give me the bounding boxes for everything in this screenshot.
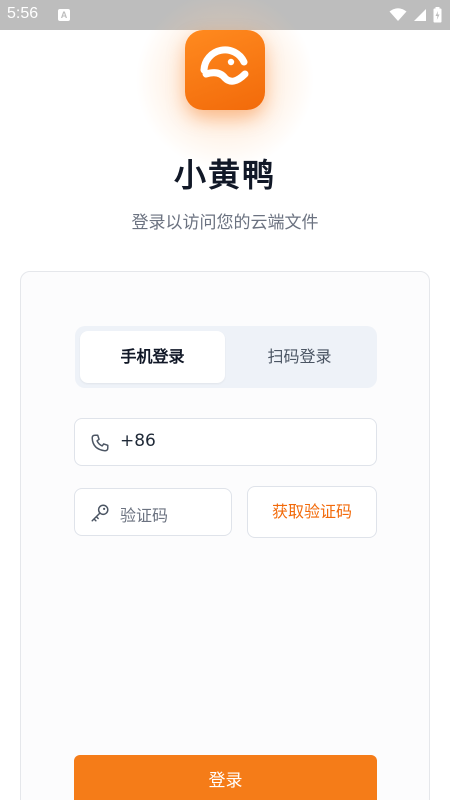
signal-icon	[414, 9, 426, 21]
get-code-button[interactable]: 获取验证码	[247, 486, 377, 538]
phone-input[interactable]: +86	[74, 418, 377, 466]
app-subtitle: 登录以访问您的云端文件	[131, 213, 319, 233]
status-icons	[389, 7, 442, 23]
code-placeholder: 验证码	[120, 506, 169, 525]
tab-phone-login[interactable]: 手机登录	[80, 331, 225, 383]
login-card: 手机登录 扫码登录 +86 验证码 获取验证码 登录	[20, 271, 430, 800]
phone-prefix: +86	[120, 431, 156, 451]
status-time: 5:56	[7, 5, 39, 22]
duck-logo-icon	[200, 46, 249, 85]
verification-code-input[interactable]: 验证码	[74, 488, 232, 536]
app-logo	[185, 30, 265, 110]
tab-qr-login[interactable]: 扫码登录	[227, 331, 372, 383]
phone-icon	[91, 434, 109, 452]
key-icon	[91, 504, 109, 522]
battery-icon	[433, 7, 442, 23]
wifi-icon	[389, 8, 407, 21]
notification-icon: A	[58, 9, 70, 21]
login-method-tabs: 手机登录 扫码登录	[75, 326, 377, 388]
login-screen: 5:56 A 小黄鸭 登录以访问您的云端文件 手机登录 扫码登录 +86 验证码…	[0, 0, 450, 800]
login-button[interactable]: 登录	[74, 755, 377, 800]
app-name: 小黄鸭	[173, 156, 276, 194]
